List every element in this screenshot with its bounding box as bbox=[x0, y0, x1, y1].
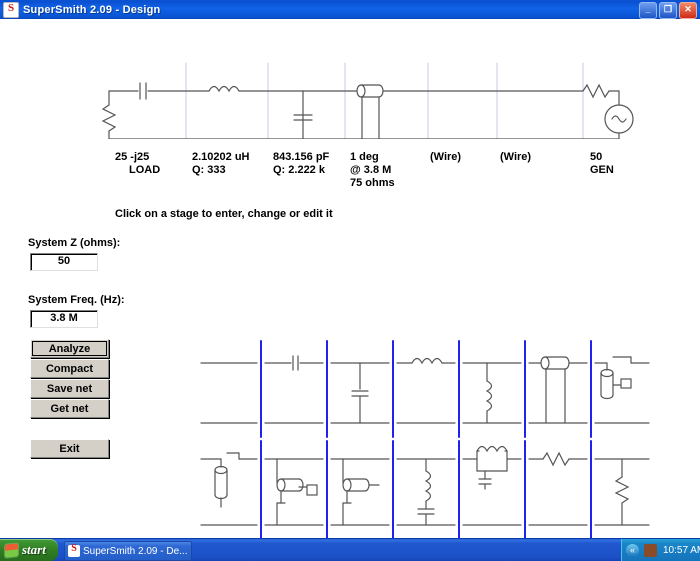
restore-button[interactable]: ❐ bbox=[659, 2, 677, 19]
system-freq-value: 3.8 M bbox=[50, 312, 78, 324]
taskbar-clock[interactable]: 10:57 AM bbox=[663, 545, 700, 556]
get-net-button-label: Get net bbox=[50, 402, 89, 415]
system-z-value: 50 bbox=[57, 255, 71, 267]
compact-button-label: Compact bbox=[45, 362, 94, 375]
exit-button-label: Exit bbox=[59, 442, 80, 455]
schematic-hint: Click on a stage to enter, change or edi… bbox=[115, 208, 333, 220]
stage-1-line2: LOAD bbox=[129, 164, 161, 176]
stage-label-2[interactable]: 2.10202 uH Q: 333 bbox=[192, 151, 249, 177]
close-button[interactable]: ✕ bbox=[679, 2, 697, 19]
stage-4-line2: @ 3.8 M bbox=[350, 164, 392, 176]
tray-expand-icon[interactable]: « bbox=[626, 543, 639, 557]
stage-7-line2: GEN bbox=[590, 164, 614, 176]
stage-4-line1: 1 deg bbox=[350, 151, 379, 163]
restore-icon: ❐ bbox=[663, 4, 673, 14]
component-palette[interactable] bbox=[195, 337, 655, 542]
start-button[interactable]: start bbox=[0, 539, 58, 561]
stage-2-line2: Q: 333 bbox=[192, 164, 226, 176]
title-bar[interactable]: SuperSmith 2.09 - Design _ ❐ ✕ bbox=[0, 0, 700, 19]
schematic-svg bbox=[101, 62, 634, 152]
save-net-button[interactable]: Save net bbox=[30, 379, 109, 398]
taskbar-item-label: SuperSmith 2.09 - De... bbox=[83, 545, 188, 557]
compact-button[interactable]: Compact bbox=[30, 359, 109, 378]
stage-3-line2: Q: 2.222 k bbox=[273, 164, 325, 176]
windows-logo-icon bbox=[5, 542, 18, 558]
client-area: 25 -j25 LOAD 2.10202 uH Q: 333 843.156 p… bbox=[0, 19, 700, 541]
stage-label-3[interactable]: 843.156 pF Q: 2.222 k bbox=[273, 151, 329, 177]
system-freq-label: System Freq. (Hz): bbox=[28, 294, 125, 306]
start-button-label: start bbox=[22, 542, 46, 557]
stage-label-4[interactable]: 1 deg @ 3.8 M 75 ohms bbox=[350, 151, 395, 190]
minimize-button[interactable]: _ bbox=[639, 2, 657, 19]
stage-1-line1: 25 -j25 bbox=[115, 151, 150, 163]
taskbar-item-supersmith[interactable]: SuperSmith 2.09 - De... bbox=[64, 541, 192, 561]
minimize-icon: _ bbox=[645, 4, 651, 14]
stage-label-6[interactable]: (Wire) bbox=[500, 151, 531, 164]
system-z-label: System Z (ohms): bbox=[28, 237, 121, 249]
taskbar: start SuperSmith 2.09 - De... « 10:57 AM bbox=[0, 538, 700, 561]
analyze-button[interactable]: Analyze bbox=[30, 339, 109, 358]
exit-button[interactable]: Exit bbox=[30, 439, 109, 458]
stage-3-line1: 843.156 pF bbox=[273, 151, 330, 163]
stage-7-line1: 50 bbox=[590, 151, 603, 163]
circuit-schematic[interactable]: 25 -j25 LOAD 2.10202 uH Q: 333 843.156 p… bbox=[0, 19, 700, 189]
system-tray: « 10:57 AM bbox=[621, 539, 700, 561]
supersmith-taskbar-icon bbox=[68, 543, 80, 557]
save-net-button-label: Save net bbox=[46, 382, 93, 395]
analyze-button-label: Analyze bbox=[48, 342, 91, 355]
supersmith-icon bbox=[3, 1, 19, 18]
stage-label-7[interactable]: 50 GEN bbox=[590, 151, 614, 177]
stage-5-line1: (Wire) bbox=[430, 151, 462, 163]
stage-label-5[interactable]: (Wire) bbox=[430, 151, 461, 164]
get-net-button[interactable]: Get net bbox=[30, 399, 109, 418]
stage-label-1[interactable]: 25 -j25 LOAD bbox=[115, 151, 160, 177]
system-freq-input[interactable]: 3.8 M bbox=[30, 310, 98, 328]
system-z-input[interactable]: 50 bbox=[30, 253, 98, 271]
application-window: SuperSmith 2.09 - Design _ ❐ ✕ bbox=[0, 0, 700, 561]
stage-4-line3: 75 ohms bbox=[350, 177, 395, 189]
close-icon: ✕ bbox=[684, 4, 692, 14]
window-title: SuperSmith 2.09 - Design bbox=[23, 3, 161, 16]
stage-2-line1: 2.10202 uH bbox=[192, 151, 250, 163]
window-controls: _ ❐ ✕ bbox=[639, 2, 697, 19]
stage-6-line1: (Wire) bbox=[500, 151, 532, 163]
palette-svg bbox=[200, 340, 650, 541]
tray-app-icon[interactable] bbox=[644, 543, 657, 557]
